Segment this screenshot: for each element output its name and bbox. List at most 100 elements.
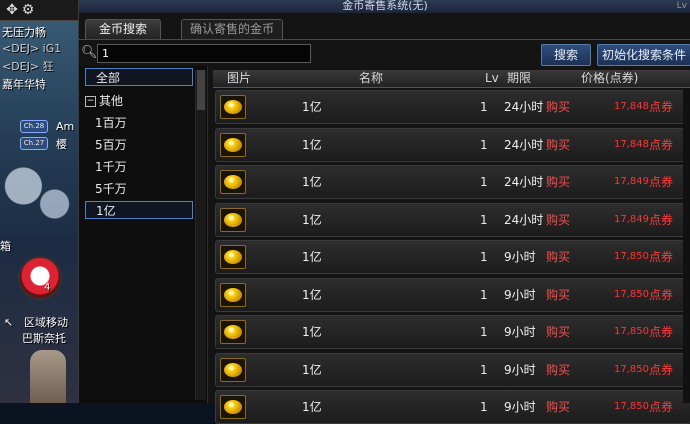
character-sprite: [30, 350, 66, 403]
scroll-thumb[interactable]: [197, 70, 205, 110]
buy-button[interactable]: 购买: [546, 279, 570, 311]
chat-line: <DEJ> iG1: [2, 42, 62, 55]
table-row[interactable]: 1亿 1 24小时 购买 17,848 点券: [215, 90, 690, 124]
table-row[interactable]: 1亿 1 9小时 购买 17,850 点券: [215, 390, 690, 424]
category-item[interactable]: 5千万: [85, 180, 193, 198]
price-unit: 点券: [649, 287, 674, 302]
price-unit: 点券: [649, 100, 674, 114]
item-price: 17,850: [614, 363, 649, 375]
col-lv[interactable]: Lv: [485, 70, 499, 87]
item-name: 1亿: [302, 175, 322, 189]
coin-shape: [224, 100, 242, 114]
table-row[interactable]: 1亿 1 9小时 购买 17,850 点券: [215, 277, 690, 312]
coin-shape: [224, 287, 242, 302]
item-level: 1: [480, 100, 488, 114]
character-level: 4: [44, 282, 51, 293]
table-row[interactable]: 1亿 1 9小时 购买 17,850 点券: [215, 352, 690, 387]
item-price: 17,848: [614, 138, 649, 150]
buy-button[interactable]: 购买: [546, 354, 570, 386]
category-item[interactable]: 1百万: [85, 114, 193, 132]
item-level: 1: [480, 325, 488, 339]
price-unit: 点券: [649, 325, 674, 339]
gold-coin-icon: [220, 95, 246, 119]
gold-coin-icon: [220, 207, 246, 232]
buy-button[interactable]: 购买: [546, 241, 570, 273]
buy-button[interactable]: 购买: [546, 91, 570, 123]
coin-shape: [224, 212, 242, 227]
category-item-selected[interactable]: 1亿: [85, 201, 193, 219]
item-duration: 9小时: [504, 400, 536, 414]
side-label: 箱: [0, 240, 11, 253]
item-price: 17,850: [614, 288, 649, 300]
item-price: 17,849: [614, 213, 649, 225]
buy-button[interactable]: 购买: [546, 166, 570, 198]
move-icon[interactable]: ✥: [4, 2, 20, 18]
gold-coin-icon: [220, 245, 246, 269]
listing-table: 图片 名称 Lv 期限 价格(点券) 1亿 1 24小时 购买 17,848 点券 1亿 1 2…: [213, 70, 690, 424]
list-scrollbar[interactable]: [683, 88, 690, 403]
tree-scrollbar[interactable]: [195, 70, 206, 400]
item-price: 17,850: [614, 326, 649, 337]
price-unit: 点券: [649, 400, 674, 414]
buy-button[interactable]: 购买: [546, 391, 570, 423]
zone-move-icon[interactable]: ↖: [4, 316, 13, 329]
player-name: 樱: [56, 138, 67, 151]
category-group-other[interactable]: − 其他: [85, 92, 193, 110]
category-group-label: 其他: [99, 94, 124, 108]
item-level: 1: [480, 287, 488, 302]
snow-scenery: [0, 150, 78, 240]
zone-move-label[interactable]: 区域移动: [24, 314, 68, 330]
collapse-icon[interactable]: −: [85, 96, 96, 107]
tab-divider: [79, 39, 690, 40]
category-item[interactable]: 5百万: [85, 136, 193, 154]
col-image: 图片: [227, 71, 252, 85]
item-level: 1: [480, 212, 488, 227]
item-level: 1: [480, 362, 488, 377]
search-button[interactable]: 搜索: [541, 44, 591, 66]
table-row[interactable]: 1亿 1 9小时 购买 17,850 点券: [215, 240, 690, 274]
search-input[interactable]: [97, 44, 311, 63]
price-unit: 点券: [649, 362, 674, 377]
price-unit: 点券: [649, 175, 674, 189]
tab-confirm-consign[interactable]: 确认寄售的金币: [181, 19, 283, 39]
col-price[interactable]: 价格(点券): [581, 70, 638, 87]
window-title: 金币寄售系统(无) Lv: [79, 0, 690, 13]
item-name: 1亿: [302, 137, 322, 152]
tab-gold-search[interactable]: 金币搜索: [85, 19, 161, 39]
reset-search-button[interactable]: 初始化搜索条件: [597, 44, 690, 66]
chat-line: <DEJ> 狂: [2, 60, 54, 73]
item-price: 17,850: [614, 401, 649, 412]
gold-coin-icon: [220, 132, 246, 157]
player-name: Am: [56, 120, 75, 133]
item-name: 1亿: [302, 250, 322, 264]
buy-button[interactable]: 购买: [546, 204, 570, 236]
price-unit: 点券: [649, 137, 674, 152]
buy-button[interactable]: 购买: [546, 316, 570, 348]
item-level: 1: [480, 400, 488, 414]
table-row[interactable]: 1亿 1 24小时 购买 17,849 点券: [215, 165, 690, 199]
table-row[interactable]: 1亿 1 9小时 购买 17,850 点券: [215, 315, 690, 349]
buy-button[interactable]: 购买: [546, 129, 570, 161]
item-duration: 9小时: [504, 362, 536, 377]
item-name: 1亿: [302, 362, 322, 377]
item-level: 1: [480, 175, 488, 189]
coin-shape: [224, 362, 242, 377]
table-row[interactable]: 1亿 1 24小时 购买 17,849 点券: [215, 202, 690, 237]
coin-shape: [224, 175, 242, 189]
item-price: 17,850: [614, 251, 649, 262]
gold-coin-icon: [220, 320, 246, 344]
table-row[interactable]: 1亿 1 24小时 购买 17,848 点券: [215, 127, 690, 162]
avatar[interactable]: [18, 256, 62, 300]
col-time[interactable]: 期限: [507, 70, 531, 87]
item-name: 1亿: [302, 212, 322, 227]
category-all[interactable]: 全部: [85, 68, 193, 86]
category-item[interactable]: 1千万: [85, 158, 193, 176]
chat-line: 无压力畅: [2, 26, 46, 39]
gear-icon[interactable]: ⚙: [20, 2, 36, 18]
item-duration: 9小时: [504, 325, 536, 339]
item-name: 1亿: [302, 100, 322, 114]
hud-toolbar: ✥ ⚙: [0, 0, 78, 21]
col-name[interactable]: 名称: [359, 70, 383, 87]
price-unit: 点券: [649, 250, 674, 264]
coin-shape: [224, 137, 242, 152]
